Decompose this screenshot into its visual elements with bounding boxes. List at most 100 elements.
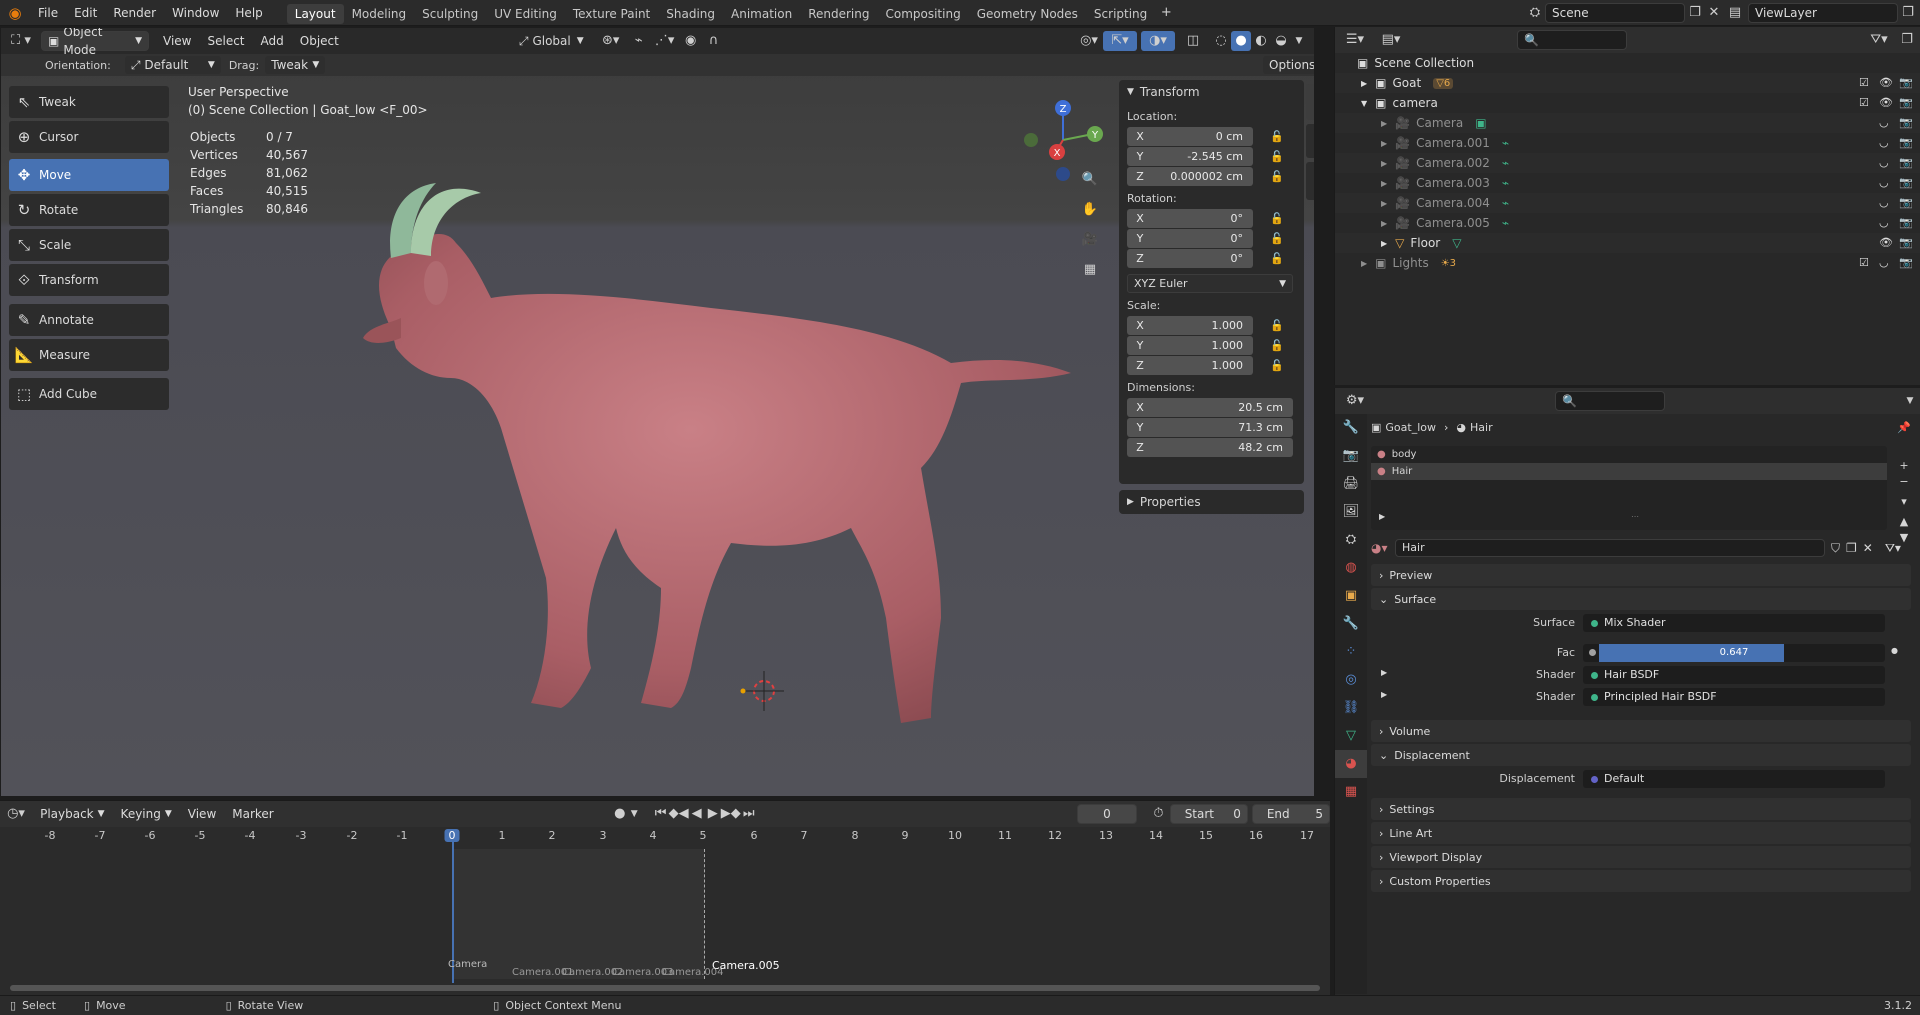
gizmo-neg-z-icon[interactable] <box>1056 167 1070 181</box>
eye-closed-icon[interactable]: ◡ <box>1879 256 1889 269</box>
tree-item-camera-001[interactable]: ▶ 🎥 Camera.001 ⌁ <box>1335 133 1920 153</box>
dimensions-y-field[interactable]: Y 71.3 cm <box>1127 418 1293 437</box>
tree-item-camera-collection[interactable]: ▼ ▣ camera <box>1335 93 1920 113</box>
chevron-right-icon[interactable]: ▶ <box>1381 668 1387 677</box>
tab-layout[interactable]: Layout <box>286 4 344 24</box>
checkbox-icon[interactable]: ☑ <box>1859 76 1869 89</box>
lock-icon[interactable]: 🔓 <box>1267 170 1287 183</box>
chevron-right-icon[interactable]: ▶ <box>1379 512 1385 521</box>
timeline-editor[interactable]: ◷▾ Playback ▼ Keying ▼ View Marker ● ▼ ⏮ ◆… <box>0 800 1330 995</box>
location-y-field[interactable]: Y -2.545 cm <box>1127 147 1253 166</box>
material-shading-icon[interactable]: ◐ <box>1251 31 1271 51</box>
physics-properties-icon[interactable]: ◎ <box>1335 666 1367 694</box>
lock-icon[interactable]: 🔓 <box>1267 252 1287 265</box>
scale-x-field[interactable]: X 1.000 <box>1127 316 1253 335</box>
fake-user-icon[interactable]: ⛉ <box>1831 541 1840 556</box>
tool-transform[interactable]: ⟐ Transform <box>9 264 169 296</box>
tool-scale[interactable]: ⤡ Scale <box>9 229 169 261</box>
camera-render-icon[interactable]: 📷 <box>1899 216 1913 229</box>
location-z-field[interactable]: Z 0.000002 cm <box>1127 167 1253 186</box>
rotation-z-field[interactable]: Z 0° <box>1127 249 1253 268</box>
jump-end-icon[interactable]: ⏭ <box>741 804 757 824</box>
eye-closed-icon[interactable]: ◡ <box>1879 116 1889 129</box>
camera-render-icon[interactable]: 📷 <box>1899 176 1913 189</box>
editor-type-icon[interactable]: ⛶ ▾ <box>1 31 41 51</box>
tree-item-camera-004[interactable]: ▶ 🎥 Camera.004 ⌁ <box>1335 193 1920 213</box>
solid-shading-icon[interactable]: ● <box>1231 31 1251 51</box>
lock-icon[interactable]: 🔓 <box>1267 339 1287 352</box>
outliner-search-input[interactable]: 🔍 <box>1517 30 1627 50</box>
tab-modeling[interactable]: Modeling <box>344 4 415 24</box>
camera-render-icon[interactable]: 📷 <box>1899 96 1913 109</box>
tab-tool[interactable]: Tool <box>1306 124 1314 158</box>
lock-icon[interactable]: 🔓 <box>1267 150 1287 163</box>
add-slot-icon[interactable]: + <box>1897 458 1911 474</box>
prev-keyframe-icon[interactable]: ◆◀ <box>669 804 689 824</box>
scene-icon[interactable]: ⛭ <box>1525 3 1545 23</box>
new-viewlayer-icon[interactable]: ❐ <box>1898 3 1918 23</box>
tree-item-camera-005[interactable]: ▶ 🎥 Camera.005 ⌁ <box>1335 213 1920 233</box>
tool-properties-icon[interactable]: 🔧 <box>1335 414 1367 442</box>
tool-add-cube[interactable]: ⬚ Add Cube <box>9 378 169 410</box>
camera-render-icon[interactable]: 📷 <box>1899 196 1913 209</box>
tab-view[interactable]: View <box>1306 162 1314 200</box>
transform-panel-header[interactable]: ▼ Transform <box>1127 80 1296 104</box>
pan-hand-icon[interactable]: ✋ <box>1077 200 1103 226</box>
tab-uv-editing[interactable]: UV Editing <box>486 4 565 24</box>
tree-item-scene-collection[interactable]: ▣ Scene Collection <box>1335 53 1920 73</box>
shading-options-icon[interactable]: ▼ <box>1291 31 1307 51</box>
timeline-menu-playback[interactable]: Playback ▼ <box>32 801 112 827</box>
tab-texture-paint[interactable]: Texture Paint <box>565 4 658 24</box>
world-properties-icon[interactable]: ◍ <box>1335 554 1367 582</box>
visibility-icon[interactable]: ◎▾ <box>1075 31 1103 51</box>
scene-field[interactable]: Scene <box>1545 3 1685 23</box>
tab-item[interactable]: Item <box>1306 84 1314 120</box>
new-scene-icon[interactable]: ❐ <box>1685 3 1705 23</box>
panel-surface[interactable]: ⌄ Surface <box>1371 588 1911 610</box>
rotation-y-field[interactable]: Y 0° <box>1127 229 1253 248</box>
tab-scripting[interactable]: Scripting <box>1086 4 1155 24</box>
properties-search-input[interactable]: 🔍 <box>1555 391 1665 411</box>
proportional-edit-icon[interactable]: ◉ <box>680 31 702 51</box>
particle-properties-icon[interactable]: ⁘ <box>1335 638 1367 666</box>
panel-settings[interactable]: › Settings <box>1371 798 1911 820</box>
panel-custom-properties[interactable]: › Custom Properties <box>1371 870 1911 892</box>
tool-move[interactable]: ✥ Move <box>9 159 169 191</box>
tool-rotate[interactable]: ↻ Rotate <box>9 194 169 226</box>
camera-render-icon[interactable]: 📷 <box>1899 116 1913 129</box>
unlink-material-icon[interactable]: ✕ <box>1863 541 1873 555</box>
lock-icon[interactable]: 🔓 <box>1267 130 1287 143</box>
dimensions-x-field[interactable]: X 20.5 cm <box>1127 398 1293 417</box>
play-reverse-icon[interactable]: ◀ <box>689 804 705 824</box>
render-properties-icon[interactable]: 📷 <box>1335 442 1367 470</box>
3d-viewport[interactable]: ⛶ ▾ ▣ Object Mode ▼ View Select Add Obje… <box>0 27 1315 797</box>
object-properties-icon[interactable]: ▣ <box>1335 582 1367 610</box>
tree-item-goat[interactable]: ▶ ▣ Goat ▽6 <box>1335 73 1920 93</box>
move-down-icon[interactable]: ▼ <box>1897 530 1911 546</box>
snap-icon[interactable]: ⌁ <box>628 31 650 51</box>
record-icon[interactable]: ● <box>612 804 628 824</box>
tab-compositing[interactable]: Compositing <box>877 4 968 24</box>
shader2-field[interactable]: Principled Hair BSDF <box>1583 688 1885 706</box>
camera-render-icon[interactable]: 📷 <box>1899 136 1913 149</box>
tree-item-camera-003[interactable]: ▶ 🎥 Camera.003 ⌁ <box>1335 173 1920 193</box>
eye-closed-icon[interactable]: ◡ <box>1879 176 1889 189</box>
scale-z-field[interactable]: Z 1.000 <box>1127 356 1253 375</box>
next-keyframe-icon[interactable]: ▶◆ <box>721 804 741 824</box>
fac-slider[interactable]: 0.647 <box>1583 644 1885 662</box>
tree-item-lights[interactable]: ▶ ▣ Lights ☀3 <box>1335 253 1920 273</box>
tool-tweak[interactable]: ⇖ Tweak <box>9 86 169 118</box>
timeline-editor-type-icon[interactable]: ◷▾ <box>0 804 32 824</box>
properties-options-icon[interactable]: ▼ <box>1900 391 1920 411</box>
tab-sculpting[interactable]: Sculpting <box>414 4 486 24</box>
resize-handle-icon[interactable]: ⋯ <box>1631 512 1639 521</box>
scale-y-field[interactable]: Y 1.000 <box>1127 336 1253 355</box>
falloff-icon[interactable]: ∩ <box>702 31 726 51</box>
camera-render-icon[interactable]: 📷 <box>1899 256 1913 269</box>
goat-model[interactable] <box>331 148 1091 748</box>
material-properties-icon[interactable]: ◕ <box>1335 750 1367 778</box>
tab-geometry-nodes[interactable]: Geometry Nodes <box>969 4 1086 24</box>
tool-measure[interactable]: 📐 Measure <box>9 339 169 371</box>
eye-closed-icon[interactable]: ◡ <box>1879 196 1889 209</box>
pivot-point-icon[interactable]: ⊛▾ <box>594 31 628 51</box>
